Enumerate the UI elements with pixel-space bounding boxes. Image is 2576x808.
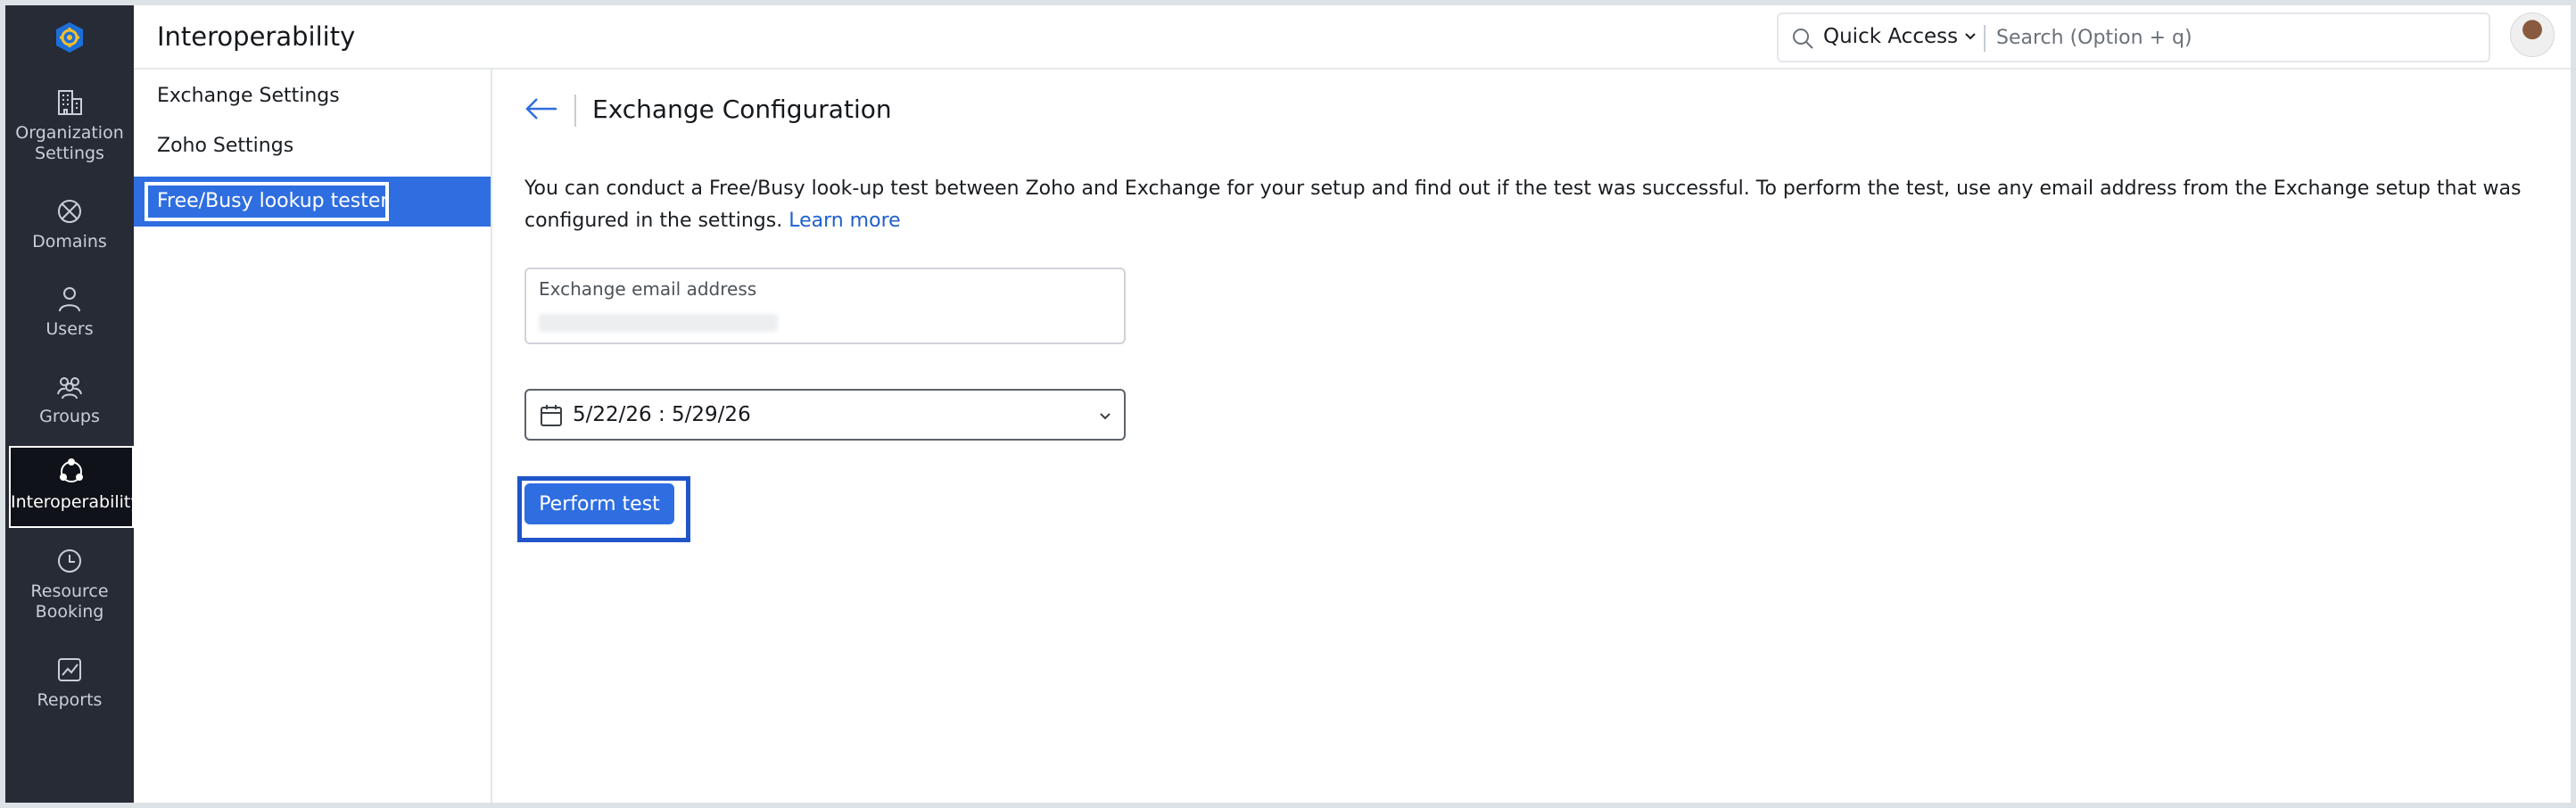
calendar-icon xyxy=(541,405,562,426)
rail-item-label: Reports xyxy=(37,690,103,710)
rail-item-interoperability[interactable]: Interoperability xyxy=(9,446,141,528)
page-title: Exchange Configuration xyxy=(592,95,892,124)
email-field-label: Exchange email address xyxy=(539,278,757,300)
header-divider xyxy=(574,95,576,127)
main-rail: Organization Settings Domains Users Grou… xyxy=(5,5,141,803)
description-text: You can conduct a Free/Busy look-up test… xyxy=(524,173,2558,237)
search-divider xyxy=(1984,25,1986,52)
chevron-down-icon[interactable] xyxy=(1964,30,1977,43)
rail-item-label: Organization Settings xyxy=(15,123,124,163)
admin-logo-icon[interactable] xyxy=(52,20,87,55)
perform-test-button[interactable]: Perform test xyxy=(524,483,674,524)
top-bar: Interoperability Quick Access xyxy=(134,5,2571,70)
search-icon[interactable] xyxy=(1791,27,1814,50)
rail-item-groups[interactable]: Groups xyxy=(5,371,134,427)
rail-item-label: Interoperability xyxy=(11,492,141,512)
avatar[interactable] xyxy=(2510,12,2555,57)
globe-icon xyxy=(58,200,81,223)
email-value-redacted xyxy=(539,314,778,332)
chart-icon xyxy=(58,658,81,681)
exchange-email-field[interactable]: Exchange email address xyxy=(524,268,1126,344)
main-content: Exchange Configuration You can conduct a… xyxy=(494,70,2571,803)
settings-subnav: Exchange Settings Zoho Settings Free/Bus… xyxy=(134,70,492,803)
user-icon xyxy=(59,287,80,312)
date-range-picker[interactable]: 5/22/26 : 5/29/26 xyxy=(524,389,1126,441)
group-icon xyxy=(57,377,82,400)
rail-item-resource-booking[interactable]: Resource Booking xyxy=(5,546,134,622)
subnav-item-free-busy-lookup-tester[interactable]: Free/Busy lookup tester xyxy=(134,177,491,227)
quick-access-dropdown[interactable]: Quick Access xyxy=(1823,25,1958,48)
rail-item-label: Domains xyxy=(32,232,107,251)
subnav-item-zoho-settings[interactable]: Zoho Settings xyxy=(134,121,491,171)
rail-item-organization-settings[interactable]: Organization Settings xyxy=(5,87,134,164)
selection-highlight xyxy=(144,182,389,221)
building-icon xyxy=(58,90,82,115)
back-arrow-icon[interactable] xyxy=(524,96,558,121)
chevron-down-icon[interactable] xyxy=(1099,410,1111,423)
rail-item-users[interactable]: Users xyxy=(5,284,134,340)
clock-icon xyxy=(58,549,81,573)
rail-item-domains[interactable]: Domains xyxy=(5,196,134,252)
search-bar[interactable]: Quick Access xyxy=(1777,12,2490,62)
interop-icon xyxy=(60,458,83,482)
app-title: Interoperability xyxy=(157,21,356,52)
rail-item-reports[interactable]: Reports xyxy=(5,655,134,711)
search-input[interactable] xyxy=(1996,21,2478,54)
date-range-value: 5/22/26 : 5/29/26 xyxy=(573,403,751,426)
app-window: Organization Settings Domains Users Grou… xyxy=(5,5,2571,803)
subnav-item-exchange-settings[interactable]: Exchange Settings xyxy=(134,71,491,121)
rail-item-label: Users xyxy=(45,319,94,339)
rail-item-label: Resource Booking xyxy=(30,581,109,622)
rail-item-label: Groups xyxy=(39,407,100,426)
learn-more-link[interactable]: Learn more xyxy=(788,210,900,232)
